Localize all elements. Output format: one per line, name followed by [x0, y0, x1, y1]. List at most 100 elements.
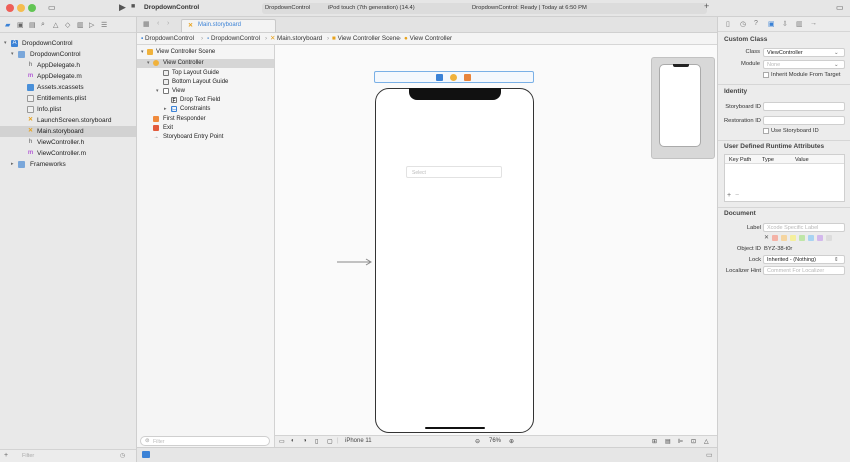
- minimize-window-button[interactable]: [17, 4, 25, 12]
- drop-text-field[interactable]: Select: [406, 166, 502, 178]
- size-inspector-icon[interactable]: ▥: [796, 20, 803, 28]
- interface-style-icon[interactable]: ◑: [303, 438, 307, 444]
- outline-item[interactable]: ▸ ⊢ Constraints: [137, 105, 274, 114]
- label-color-swatch[interactable]: [781, 235, 787, 241]
- folder-navigator-icon[interactable]: ▰: [5, 21, 10, 29]
- debug-navigator-icon[interactable]: ▥: [77, 21, 84, 29]
- debug-area-toggle-icon[interactable]: [142, 451, 150, 458]
- quick-help-icon[interactable]: ?: [754, 20, 758, 27]
- outline-item[interactable]: ▾ View: [137, 87, 274, 96]
- zoom-window-button[interactable]: [28, 4, 36, 12]
- zoom-out-icon[interactable]: ⊖: [475, 438, 480, 445]
- run-button-icon[interactable]: ▶: [119, 2, 126, 13]
- localizer-hint-field[interactable]: Comment For Localizer: [763, 266, 845, 275]
- storyboard-canvas[interactable]: Select: [275, 45, 717, 435]
- outline-item[interactable]: → Storyboard Entry Point: [137, 133, 274, 142]
- breakpoint-navigator-icon[interactable]: ▷: [89, 21, 94, 29]
- update-frames-icon[interactable]: ⊞: [652, 438, 657, 445]
- split-view-icon[interactable]: ▭: [706, 451, 713, 459]
- device-icon[interactable]: ▢: [327, 438, 333, 445]
- zoom-in-icon[interactable]: ⊕: [509, 438, 514, 445]
- nav-item-file[interactable]: m ViewController.m: [0, 148, 136, 159]
- outline-item[interactable]: Top Layout Guide: [137, 69, 274, 78]
- doc-label-field[interactable]: Xcode Specific Label: [763, 223, 845, 232]
- device-selector[interactable]: iPod touch (7th generation) (14.4): [328, 5, 415, 11]
- nav-item-file[interactable]: Assets.xcassets: [0, 82, 136, 93]
- nav-item-project[interactable]: ▾ A DropdownControl: [0, 38, 136, 49]
- add-constraints-icon[interactable]: ⊡: [691, 438, 696, 445]
- label-color-swatch[interactable]: [826, 235, 832, 241]
- storyboard-entry-arrow[interactable]: [337, 258, 373, 266]
- nav-item-file[interactable]: m AppDelegate.m: [0, 71, 136, 82]
- close-window-button[interactable]: [6, 4, 14, 12]
- storyboard-id-field[interactable]: [763, 102, 845, 111]
- orientation-icon[interactable]: ▯: [315, 438, 318, 445]
- add-file-icon[interactable]: +: [4, 452, 8, 459]
- device-config-label[interactable]: iPhone 11: [345, 438, 372, 444]
- resolve-issues-icon[interactable]: △: [704, 438, 709, 445]
- navigator-filter-input[interactable]: Filter: [22, 453, 34, 459]
- back-arrow-icon[interactable]: ‹: [157, 20, 159, 27]
- remove-attribute-icon[interactable]: −: [735, 192, 739, 199]
- report-navigator-icon[interactable]: ☰: [101, 21, 107, 29]
- inspector-toggle-icon[interactable]: ▭: [836, 3, 844, 12]
- outline-item-selected[interactable]: ▾ View Controller: [137, 59, 274, 68]
- label-color-swatch[interactable]: [817, 235, 823, 241]
- nav-item-file-selected[interactable]: ✕ Main.storyboard: [0, 126, 136, 137]
- nav-item-file[interactable]: h ViewController.h: [0, 137, 136, 148]
- restoration-id-field[interactable]: [763, 116, 845, 125]
- stop-button-icon[interactable]: ■: [131, 3, 135, 10]
- tab-main-storyboard[interactable]: ✕ Main.storyboard: [181, 19, 276, 32]
- jumpbar-crumb-group[interactable]: ▪ DropdownControl: [207, 35, 260, 42]
- test-navigator-icon[interactable]: ◇: [65, 21, 70, 29]
- canvas-minimap[interactable]: [651, 57, 715, 159]
- source-control-icon[interactable]: ▣: [17, 21, 24, 29]
- label-color-swatch[interactable]: [790, 235, 796, 241]
- jumpbar-crumb-file[interactable]: ✕ Main.storyboard: [270, 35, 322, 42]
- nav-item-file[interactable]: h AppDelegate.h: [0, 60, 136, 71]
- recent-files-icon[interactable]: ◷: [120, 452, 125, 459]
- nav-item-file[interactable]: ✕ LaunchScreen.storyboard: [0, 115, 136, 126]
- attributes-inspector-icon[interactable]: ⇩: [782, 20, 788, 28]
- inherit-module-checkbox[interactable]: [763, 72, 769, 78]
- view-controller-dock-icon[interactable]: [436, 74, 443, 81]
- symbol-navigator-icon[interactable]: ▤: [29, 21, 36, 29]
- jumpbar-crumb-project[interactable]: ▪ DropdownControl: [141, 35, 194, 42]
- module-field[interactable]: None ⌄: [763, 60, 845, 69]
- embed-in-icon[interactable]: ▤: [665, 438, 671, 445]
- find-navigator-icon[interactable]: ⌕: [41, 21, 45, 29]
- label-color-swatch[interactable]: [772, 235, 778, 241]
- scheme-selector[interactable]: DropdownControl: [265, 5, 310, 11]
- nav-item-file[interactable]: Entitlements.plist: [0, 93, 136, 104]
- appearance-icon[interactable]: ◐: [291, 438, 295, 444]
- outline-item[interactable]: First Responder: [137, 115, 274, 124]
- zoom-level[interactable]: 76%: [489, 438, 501, 444]
- nav-item-group[interactable]: ▾ DropdownControl: [0, 49, 136, 60]
- outline-item[interactable]: Exit: [137, 124, 274, 133]
- sidebar-toggle-icon[interactable]: ▭: [48, 3, 56, 12]
- lock-select[interactable]: Inherited - (Nothing) ⇕: [763, 255, 845, 264]
- outline-item[interactable]: F Drop Text Field: [137, 96, 274, 105]
- outline-filter-input[interactable]: ⊜ Filter: [140, 436, 270, 446]
- use-storyboard-id-checkbox[interactable]: [763, 128, 769, 134]
- view-controller-frame[interactable]: Select: [375, 88, 534, 433]
- class-field[interactable]: ViewController ⌄: [763, 48, 845, 57]
- connections-inspector-icon[interactable]: →: [810, 20, 817, 27]
- label-color-swatch[interactable]: [799, 235, 805, 241]
- forward-arrow-icon[interactable]: ›: [167, 20, 169, 27]
- identity-inspector-icon[interactable]: ▣: [768, 20, 775, 28]
- outline-item[interactable]: ▾ View Controller Scene: [137, 48, 274, 57]
- related-items-icon[interactable]: ▦: [143, 20, 150, 28]
- first-responder-dock-icon[interactable]: [450, 74, 457, 81]
- exit-dock-icon[interactable]: [464, 74, 471, 81]
- nav-item-group[interactable]: ▸ Frameworks: [0, 159, 136, 170]
- jumpbar-crumb-vc[interactable]: ● View Controller: [404, 35, 452, 42]
- jumpbar-crumb-scene[interactable]: ■ View Controller Scene: [332, 35, 400, 42]
- runtime-attributes-table[interactable]: Key Path Type Value + −: [724, 154, 845, 202]
- file-inspector-icon[interactable]: ▯: [726, 20, 730, 28]
- add-attribute-icon[interactable]: +: [727, 192, 731, 199]
- history-inspector-icon[interactable]: ◷: [740, 20, 746, 28]
- outline-item[interactable]: Bottom Layout Guide: [137, 78, 274, 87]
- issue-navigator-icon[interactable]: △: [53, 21, 58, 29]
- label-color-swatch[interactable]: [808, 235, 814, 241]
